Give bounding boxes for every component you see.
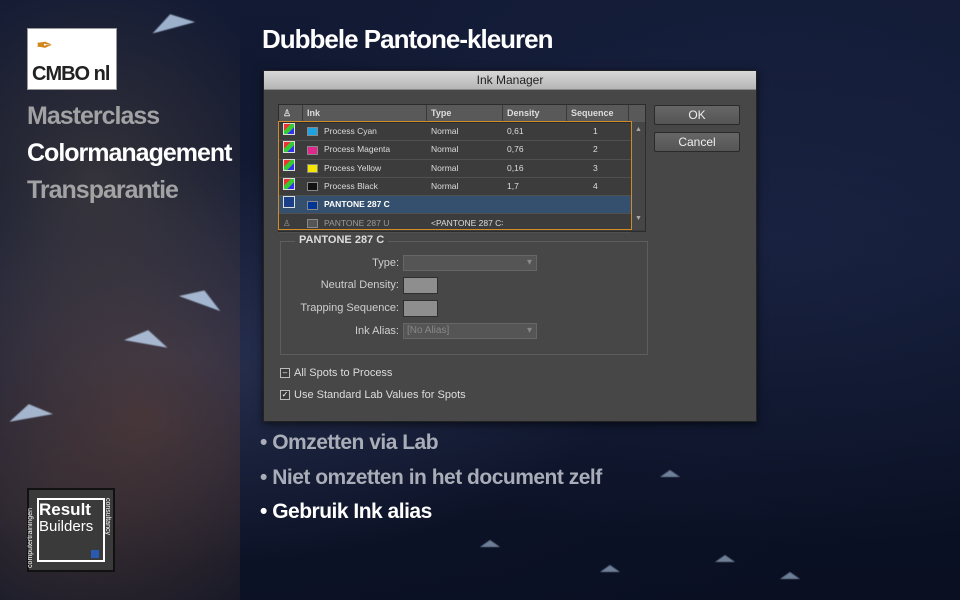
ink-table: ♙ Ink Type Density Sequence Process Cyan… <box>278 104 646 233</box>
chevron-down-icon: ▾ <box>526 257 532 268</box>
group-title: PANTONE 287 C <box>295 234 389 246</box>
ink-type-icon: ♙ <box>279 105 303 122</box>
menu-item-colormanagement: Colormanagement <box>27 139 232 167</box>
trapping-sequence-field[interactable] <box>403 300 438 317</box>
bird-light <box>480 540 500 547</box>
table-row[interactable]: Process Cyan Normal 0,61 1 <box>279 122 631 142</box>
all-spots-to-process-checkbox[interactable]: – All Spots to Process <box>280 367 392 379</box>
bird-light <box>660 470 680 477</box>
dialog-title: Ink Manager <box>264 71 756 90</box>
logo-result: Result <box>39 500 91 519</box>
bird-light <box>715 555 735 562</box>
bullet-ink-alias: • Gebruik Ink alias <box>260 500 432 523</box>
book-icon: ✒ <box>36 35 53 57</box>
ink-alias-label: Ink Alias: <box>354 325 399 337</box>
swatch <box>307 127 318 137</box>
cmbo-logo: ✒ CMBO nl <box>27 28 117 90</box>
cmbo-logo-text: CMBO nl <box>32 63 110 85</box>
col-sequence[interactable]: Sequence <box>567 105 629 122</box>
logo-vertical-right: consultancy <box>104 498 111 535</box>
bird-light <box>600 565 620 572</box>
ink-rows: Process Cyan Normal 0,61 1 Process Magen… <box>279 122 631 233</box>
ok-button[interactable]: OK <box>654 105 740 125</box>
logo-builders: Builders <box>39 518 94 535</box>
table-row-selected[interactable]: PANTONE 287 C <box>279 195 631 215</box>
process-ink-icon <box>283 177 295 190</box>
neutral-density-field[interactable] <box>403 277 438 294</box>
alias-ink-icon: ♙ <box>283 217 291 228</box>
ink-options-group: PANTONE 287 C Type: ▾ Neutral Density: T… <box>280 234 648 355</box>
type-select[interactable]: ▾ <box>403 255 537 271</box>
col-type[interactable]: Type <box>427 105 503 122</box>
menu-item-masterclass: Masterclass <box>27 102 160 130</box>
swatch <box>307 218 318 228</box>
logo-square <box>91 550 99 558</box>
cancel-button[interactable]: Cancel <box>654 132 740 152</box>
result-builders-logo: Result Builders computertrainingen consu… <box>27 488 115 572</box>
swatch <box>307 163 318 173</box>
table-row[interactable]: Process Black Normal 1,7 4 <box>279 177 631 197</box>
menu-item-transparantie: Transparantie <box>27 176 179 204</box>
bullet-niet-omzetten: • Niet omzetten in het document zelf <box>260 465 602 489</box>
neutral-density-label: Neutral Density: <box>320 279 399 291</box>
ink-manager-dialog: Ink Manager ♙ Ink Type Density Sequence … <box>263 70 757 422</box>
trapping-sequence-label: Trapping Sequence: <box>300 302 399 314</box>
ink-table-header: ♙ Ink Type Density Sequence <box>279 105 645 123</box>
slide-title: Dubbele Pantone-kleuren <box>262 24 553 54</box>
checkbox-mixed-icon: – <box>280 368 290 379</box>
col-density[interactable]: Density <box>503 105 567 122</box>
swatch <box>307 145 318 155</box>
table-row[interactable]: Process Yellow Normal 0,16 3 <box>279 159 631 178</box>
col-ink[interactable]: Ink <box>303 105 427 122</box>
swatch <box>307 200 318 210</box>
process-ink-icon <box>283 140 295 153</box>
spot-ink-icon <box>283 195 295 208</box>
process-ink-icon <box>283 159 295 172</box>
side-menu: Masterclass Colormanagement Transparanti… <box>27 98 232 209</box>
checkbox-checked-icon: ✓ <box>280 390 290 401</box>
logo-vertical-left: computertrainingen <box>27 508 34 568</box>
bullet-list: • Omzetten via Lab • Niet omzetten in he… <box>260 426 602 530</box>
swatch <box>307 182 318 192</box>
table-row[interactable]: ♙ PANTONE 287 U <PANTONE 287 C> <box>279 214 631 233</box>
type-label: Type: <box>372 257 399 269</box>
chevron-down-icon: ▾ <box>526 325 532 336</box>
table-row[interactable]: Process Magenta Normal 0,76 2 <box>279 140 631 160</box>
ink-alias-select[interactable]: [No Alias] ▾ <box>403 323 537 339</box>
use-standard-lab-checkbox[interactable]: ✓ Use Standard Lab Values for Spots <box>280 389 466 401</box>
scroll-up-icon[interactable]: ▲ <box>632 126 645 133</box>
scroll-down-icon[interactable]: ▼ <box>632 215 645 222</box>
bird-light <box>780 572 800 579</box>
process-ink-icon <box>283 122 295 135</box>
bullet-omzetten-lab: • Omzetten via Lab <box>260 431 439 454</box>
table-scrollbar[interactable]: ▲ ▼ <box>631 122 645 230</box>
